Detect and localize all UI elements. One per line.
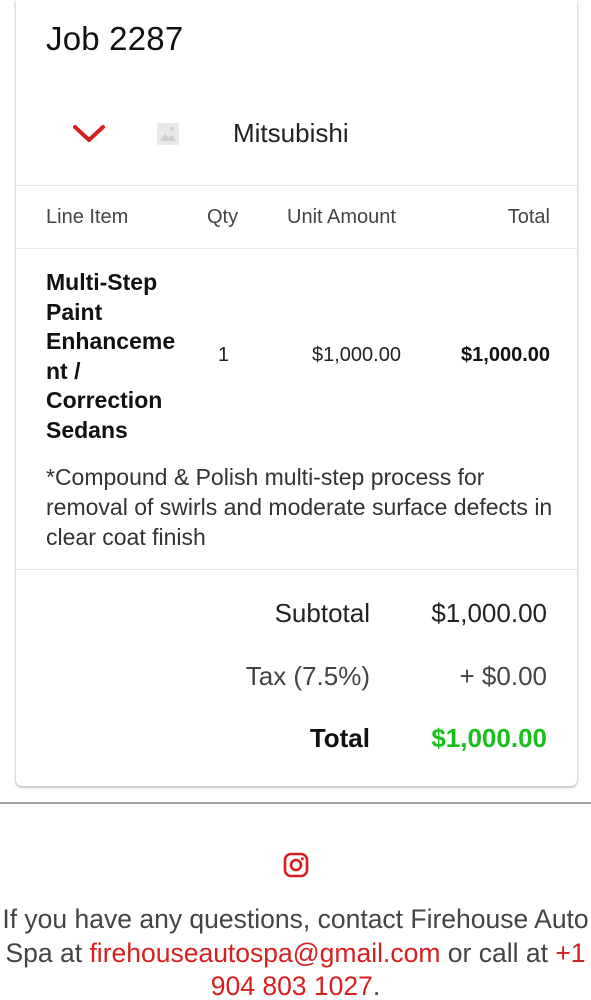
line-item-name-line: Correction [46, 387, 163, 413]
page: Job 2287 Mitsubishi Line Item Qty Unit A… [0, 0, 591, 1000]
line-item-unit-amount: $1,000.00 [312, 344, 401, 366]
instagram-icon[interactable] [283, 852, 309, 878]
total-value: $1,000.00 [431, 723, 547, 753]
header-qty: Qty [207, 206, 239, 228]
contact-text: If you have any questions, contact Fireh… [0, 903, 591, 1000]
header-total: Total [507, 206, 550, 228]
invoice-card: Job 2287 Mitsubishi Line Item Qty Unit A… [16, 0, 577, 786]
image-placeholder-icon [157, 123, 179, 145]
divider [16, 185, 577, 186]
header-line-item: Line Item [46, 206, 129, 228]
divider [16, 569, 577, 570]
line-item-name: Multi-Step Paint Enhanceme nt / Correcti… [46, 268, 191, 445]
vehicle-row: Mitsubishi [16, 100, 577, 170]
divider [16, 248, 577, 249]
tax-value: + $0.00 [459, 661, 547, 691]
subtotal-value: $1,000.00 [431, 598, 547, 628]
total-label: Total [309, 723, 370, 753]
contact-text-part: . [372, 971, 381, 1000]
tax-label: Tax (7.5%) [245, 661, 370, 691]
job-title: Job 2287 [46, 20, 184, 57]
divider [0, 802, 591, 804]
line-item-name-line: Paint [46, 298, 103, 325]
line-item-name-line: Multi-Step [46, 269, 158, 295]
line-item-name-line: Enhanceme [46, 328, 176, 354]
line-item-qty: 1 [218, 344, 230, 366]
line-item-total: $1,000.00 [461, 344, 550, 366]
email-link[interactable]: firehouseautospa@gmail.com [89, 938, 440, 968]
vehicle-make: Mitsubishi [233, 118, 349, 148]
header-unit-amount: Unit Amount [287, 206, 396, 228]
line-item-name-line: Sedans [46, 416, 128, 443]
chevron-down-icon[interactable] [72, 122, 106, 144]
subtotal-label: Subtotal [274, 598, 370, 628]
line-item-description: *Compound & Polish multi-step process fo… [46, 464, 553, 550]
line-item-name-line: nt / [46, 357, 81, 384]
contact-text-part: or call at [440, 937, 556, 968]
